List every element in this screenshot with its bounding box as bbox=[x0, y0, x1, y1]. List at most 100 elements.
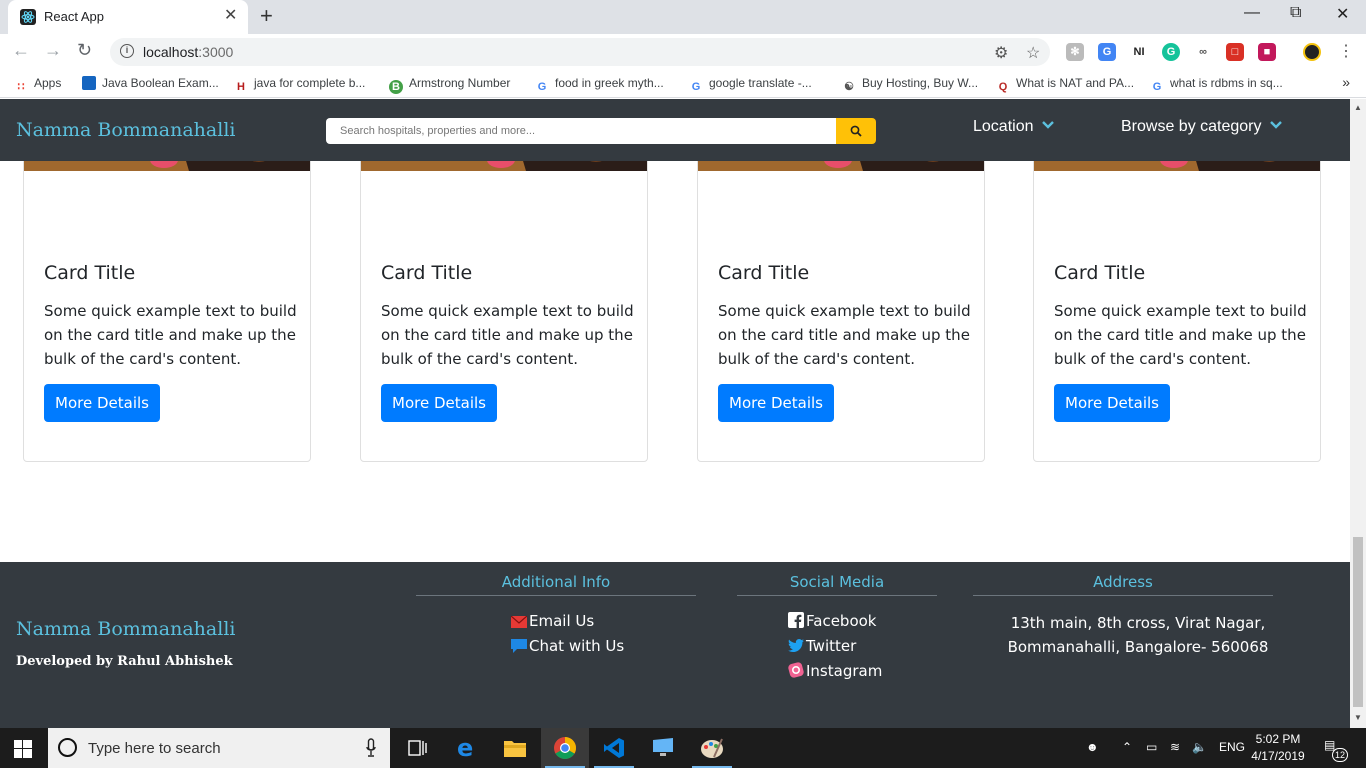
restore-icon[interactable]: ⧉ bbox=[1290, 4, 1301, 22]
microphone-icon[interactable] bbox=[366, 738, 376, 758]
site-info-icon[interactable]: i bbox=[120, 44, 134, 58]
paint-palette-icon bbox=[701, 738, 723, 758]
close-window-icon[interactable]: ✕ bbox=[1336, 4, 1349, 24]
bookmark-item[interactable]: Hjava for complete b... bbox=[234, 76, 365, 94]
site-footer: Namma Bommanahalli Developed by Rahul Ab… bbox=[0, 562, 1350, 728]
clock-time: 5:02 PM bbox=[1255, 732, 1301, 746]
close-tab-icon[interactable]: ✕ bbox=[224, 7, 237, 25]
card: Card Title Some quick example text to bu… bbox=[697, 109, 985, 462]
chrome-icon bbox=[554, 737, 576, 759]
bookmark-item[interactable]: ☯ Buy Hosting, Buy W... bbox=[842, 76, 978, 94]
scroll-down-icon[interactable]: ▼ bbox=[1354, 713, 1362, 722]
url-text: localhost:3000 bbox=[143, 44, 234, 60]
search-input[interactable] bbox=[326, 118, 837, 144]
cortana-icon bbox=[58, 738, 77, 757]
bookmark-item[interactable]: Java Boolean Exam... bbox=[82, 76, 219, 90]
facebook-link[interactable]: Facebook bbox=[788, 612, 876, 630]
bookmarks-bar: ∷ Apps Java Boolean Exam... Hjava for com… bbox=[0, 70, 1366, 98]
address-line-1: 13th main, 8th cross, Virat Nagar, bbox=[1010, 614, 1266, 632]
card-text: Some quick example text to build on the … bbox=[718, 302, 971, 368]
card-text: Some quick example text to build on the … bbox=[44, 302, 297, 368]
back-arrow-icon[interactable]: ← bbox=[12, 40, 30, 61]
address-line-2: Bommanahalli, Bangalore- 560068 bbox=[1007, 638, 1269, 656]
search-icon bbox=[850, 125, 862, 137]
card-title: Card Title bbox=[718, 262, 810, 284]
windows-start-icon[interactable] bbox=[14, 740, 32, 758]
bookmark-apps[interactable]: ∷ Apps bbox=[14, 76, 62, 94]
bookmark-item[interactable]: Gfood in greek myth... bbox=[535, 76, 664, 94]
photo-extension-icon[interactable]: ■ bbox=[1258, 43, 1276, 61]
profile-avatar[interactable] bbox=[1303, 43, 1321, 61]
remote-desktop-taskbar-app[interactable] bbox=[639, 728, 687, 768]
google-translate-icon[interactable]: G bbox=[1098, 43, 1116, 61]
task-view-button[interactable] bbox=[394, 728, 442, 768]
taskbar-search-box[interactable]: Type here to search bbox=[48, 728, 390, 768]
bookmark-item[interactable]: B Armstrong Number bbox=[389, 76, 510, 94]
instagram-link[interactable]: Instagram bbox=[788, 662, 882, 680]
ni-extension-icon[interactable]: NI bbox=[1130, 43, 1148, 61]
system-clock[interactable]: 5:02 PM 4/17/2019 bbox=[1248, 731, 1308, 765]
bookmark-item[interactable]: Ggoogle translate -... bbox=[689, 76, 812, 94]
site-brand[interactable]: Namma Bommanahalli bbox=[16, 119, 235, 141]
more-details-button[interactable]: More Details bbox=[44, 384, 160, 422]
chrome-taskbar-app[interactable] bbox=[541, 728, 589, 768]
extension-icon[interactable]: ✻ bbox=[1066, 43, 1084, 61]
windows-taskbar: Type here to search e ☻ ⌃ ▭ ≋ 🔈 ENG 5:02 bbox=[0, 728, 1366, 768]
scrollbar-thumb[interactable] bbox=[1353, 537, 1363, 707]
language-indicator[interactable]: ENG bbox=[1219, 740, 1245, 754]
page-scrollbar[interactable]: ▲ ▼ bbox=[1350, 99, 1366, 728]
wifi-icon[interactable]: ≋ bbox=[1170, 740, 1180, 754]
infinity-icon[interactable]: ∞ bbox=[1194, 43, 1212, 61]
java-icon bbox=[82, 76, 96, 90]
vscode-icon bbox=[604, 738, 624, 758]
volume-icon[interactable]: 🔈 bbox=[1192, 740, 1207, 754]
translate-page-icon[interactable]: ⚙ bbox=[994, 43, 1008, 63]
menu-kebab-icon[interactable]: ⋮ bbox=[1338, 41, 1354, 61]
more-details-button[interactable]: More Details bbox=[718, 384, 834, 422]
paint-taskbar-app[interactable] bbox=[688, 728, 736, 768]
file-explorer-taskbar-app[interactable] bbox=[491, 728, 539, 768]
edge-taskbar-app[interactable]: e bbox=[443, 728, 491, 768]
instagram-icon bbox=[788, 662, 804, 678]
email-us-link[interactable]: Email Us bbox=[511, 612, 594, 630]
twitter-link[interactable]: Twitter bbox=[788, 637, 856, 655]
grammarly-icon[interactable]: G bbox=[1162, 43, 1180, 61]
browser-tab[interactable]: React App ✕ bbox=[8, 0, 248, 34]
vscode-taskbar-app[interactable] bbox=[590, 728, 638, 768]
reload-icon[interactable]: ↻ bbox=[77, 40, 92, 61]
battery-icon[interactable]: ▭ bbox=[1146, 740, 1157, 754]
bookmark-star-icon[interactable]: ☆ bbox=[1026, 43, 1040, 63]
card-text: Some quick example text to build on the … bbox=[1054, 302, 1307, 368]
forward-arrow-icon[interactable]: → bbox=[44, 40, 62, 61]
monitor-icon bbox=[653, 738, 673, 756]
address-heading: Address bbox=[973, 573, 1273, 596]
edge-icon: e bbox=[457, 734, 474, 762]
search-button[interactable] bbox=[836, 118, 876, 144]
address-bar[interactable]: i localhost:3000 ⚙ ☆ bbox=[110, 38, 1050, 66]
footer-brand: Namma Bommanahalli bbox=[16, 618, 236, 640]
pocket-icon[interactable]: □ bbox=[1226, 43, 1244, 61]
bookmark-item[interactable]: Gwhat is rdbms in sq... bbox=[1150, 76, 1283, 94]
people-icon[interactable]: ☻ bbox=[1086, 740, 1099, 754]
social-media-heading: Social Media bbox=[737, 573, 937, 596]
google-icon: G bbox=[537, 81, 547, 93]
folder-icon bbox=[504, 741, 526, 757]
task-view-icon bbox=[408, 740, 427, 756]
address-text: 13th main, 8th cross, Virat Nagar, Bomma… bbox=[1000, 611, 1276, 659]
more-details-button[interactable]: More Details bbox=[1054, 384, 1170, 422]
google-icon: G bbox=[1152, 81, 1162, 93]
new-tab-icon[interactable]: + bbox=[260, 5, 273, 27]
chat-icon bbox=[511, 639, 527, 653]
more-details-button[interactable]: More Details bbox=[381, 384, 497, 422]
location-dropdown[interactable]: Location bbox=[973, 118, 1054, 136]
category-dropdown[interactable]: Browse by category bbox=[1121, 118, 1282, 136]
tab-title: React App bbox=[44, 9, 104, 24]
react-icon bbox=[20, 9, 36, 25]
show-hidden-icons-chevron-icon[interactable]: ⌃ bbox=[1122, 740, 1132, 754]
chat-with-us-link[interactable]: Chat with Us bbox=[511, 637, 624, 655]
b-icon: B bbox=[389, 80, 403, 94]
scroll-up-icon[interactable]: ▲ bbox=[1354, 103, 1362, 112]
more-bookmarks-icon[interactable]: » bbox=[1342, 74, 1350, 90]
minimize-icon[interactable]: — bbox=[1244, 4, 1260, 22]
bookmark-item[interactable]: Q What is NAT and PA... bbox=[996, 76, 1134, 94]
